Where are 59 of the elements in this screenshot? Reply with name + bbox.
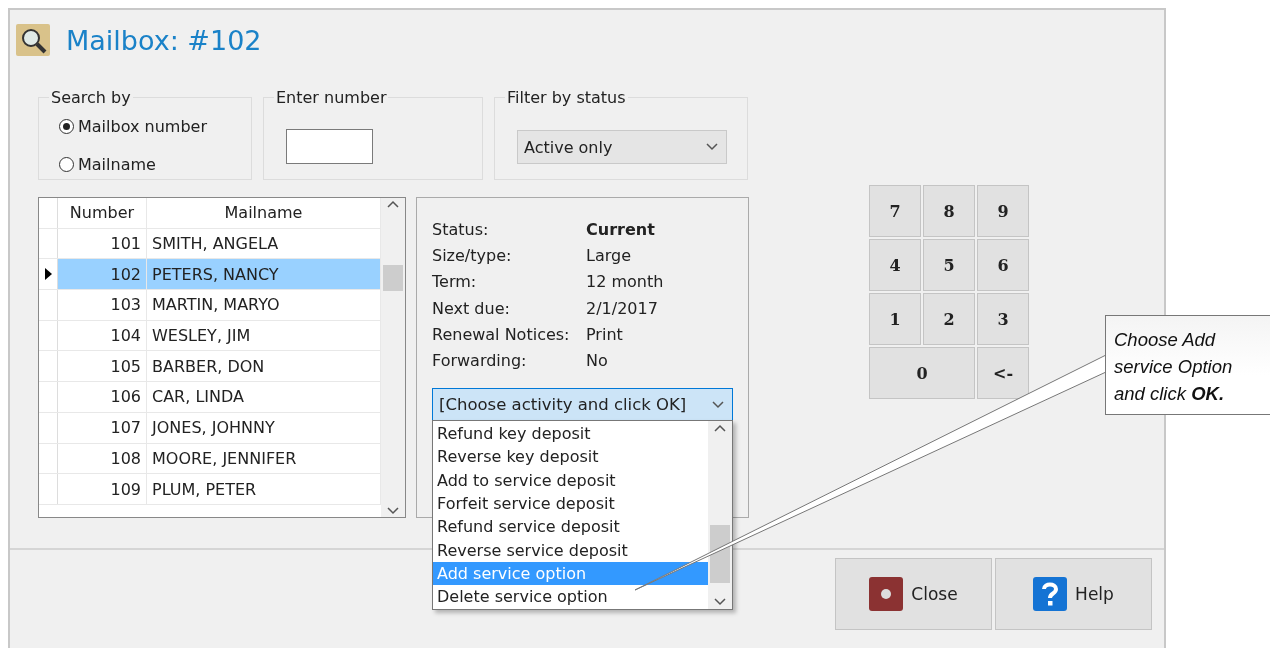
scroll-thumb[interactable]	[710, 525, 730, 583]
radio-option[interactable]: Mailbox number	[59, 107, 241, 145]
detail-value: No	[586, 351, 608, 371]
keypad-key[interactable]: 6	[977, 239, 1029, 291]
help-button[interactable]: Help	[995, 558, 1152, 630]
scrollbar[interactable]	[708, 421, 732, 609]
chevron-down-icon	[706, 143, 718, 151]
detail-value: Print	[586, 324, 623, 344]
table-cell: 106	[58, 382, 147, 412]
radio-option[interactable]: Mailname	[59, 145, 241, 183]
detail-label: Renewal Notices:	[432, 324, 571, 344]
row-pointer-icon	[44, 268, 52, 281]
table-cell: 104	[58, 320, 147, 351]
keypad-key[interactable]: 3	[977, 293, 1029, 345]
number-field[interactable]	[286, 129, 373, 164]
table-cell: 105	[58, 351, 147, 382]
keypad-key[interactable]: 8	[923, 185, 975, 237]
table-cell: 107	[58, 412, 147, 443]
keypad-key[interactable]: 7	[869, 185, 921, 237]
scrollbar[interactable]	[381, 198, 405, 517]
chevron-down-icon	[387, 507, 399, 515]
window-title: Mailbox: #102	[66, 24, 262, 56]
keypad-key[interactable]: <-	[977, 347, 1029, 399]
chevron-down-icon	[712, 400, 724, 409]
status-dropdown[interactable]: Active only	[517, 130, 727, 164]
detail-value: Large	[586, 245, 631, 265]
callout-note: Choose Add service Option and click OK.	[1105, 315, 1270, 415]
table-cell: 101	[58, 228, 147, 259]
scroll-thumb[interactable]	[383, 264, 403, 291]
group-label: Enter number	[275, 88, 388, 107]
keypad-key[interactable]: 2	[923, 293, 975, 345]
table-cell: 103	[58, 290, 147, 320]
detail-value: 12 month	[586, 272, 664, 292]
table-cell: PETERS, NANCY	[147, 259, 381, 290]
magnifier-icon	[16, 24, 50, 56]
keypad-key[interactable]: 0	[869, 347, 975, 399]
group-label: Filter by status	[506, 88, 627, 107]
table-cell: 102	[58, 259, 147, 290]
chevron-down-icon	[714, 598, 726, 606]
keypad-key[interactable]: 4	[869, 239, 921, 291]
activity-dropdown[interactable]: [Choose activity and click OK]	[432, 387, 733, 422]
detail-label: Next due:	[432, 298, 511, 318]
stop-icon	[869, 577, 904, 611]
detail-label: Size/type:	[432, 245, 513, 265]
table-cell: 108	[58, 443, 147, 474]
detail-value: Current	[586, 219, 655, 239]
detail-label: Status:	[432, 219, 490, 239]
close-button[interactable]: Close	[835, 558, 992, 630]
keypad-key[interactable]: 1	[869, 293, 921, 345]
keypad-key[interactable]: 5	[923, 239, 975, 291]
scroll-up-icon	[714, 424, 726, 432]
group-label: Search by	[50, 88, 132, 107]
help-icon	[1033, 577, 1068, 611]
scroll-up-icon	[387, 200, 399, 208]
detail-label: Forwarding:	[432, 351, 528, 371]
detail-label: Term:	[432, 272, 478, 292]
detail-value: 2/1/2017	[586, 298, 658, 318]
keypad-key[interactable]: 9	[977, 185, 1029, 237]
table-cell: 109	[58, 474, 147, 504]
